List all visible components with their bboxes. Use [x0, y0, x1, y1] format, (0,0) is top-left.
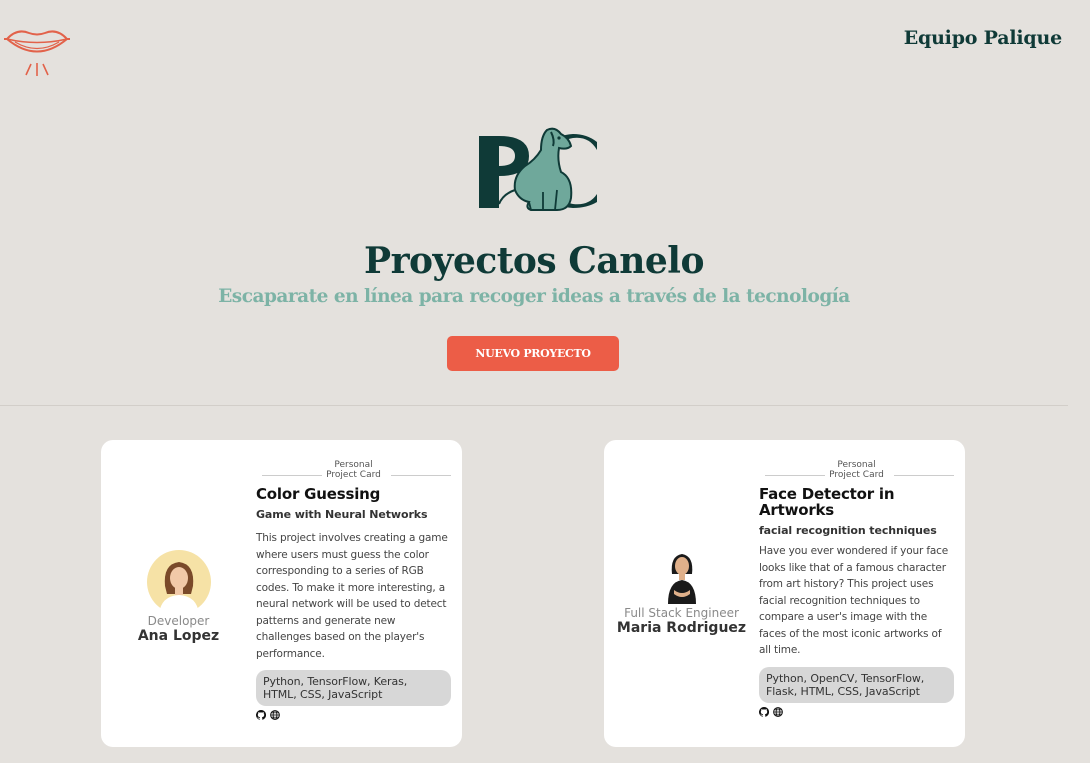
avatar: [667, 554, 696, 604]
card-links: [256, 710, 451, 720]
person-name: Maria Rodriguez: [616, 620, 747, 636]
project-card[interactable]: Full Stack Engineer Maria Rodriguez Pers…: [604, 440, 965, 747]
card-label-line1: Personal: [334, 460, 373, 470]
page-subtitle: Escaparate en línea para recoger ideas a…: [218, 286, 850, 307]
hero-section: Proyectos Canelo Escaparate en línea par…: [0, 120, 1068, 307]
avatar: [146, 550, 211, 614]
tech-tags: Python, OpenCV, TensorFlow, Flask, HTML,…: [759, 666, 954, 703]
card-links: [759, 706, 954, 717]
card-label: Personal Project Card: [256, 460, 451, 480]
card-label: Personal Project Card: [759, 460, 954, 480]
person-name: Ana Lopez: [137, 628, 220, 644]
pc-dog-logo: [479, 127, 597, 211]
card-label-line1: Personal: [837, 460, 876, 470]
new-project-button[interactable]: NUEVO PROYECTO: [447, 336, 619, 371]
card-label-line2: Project Card: [326, 470, 381, 480]
top-bar: Equipo Palique: [0, 0, 1090, 90]
team-link[interactable]: Equipo Palique: [904, 27, 1062, 49]
person-role: Full Stack Engineer: [624, 606, 739, 620]
card-content: Personal Project Card Face Detector in A…: [759, 460, 954, 717]
card-content: Personal Project Card Color Guessing Gam…: [256, 460, 451, 720]
card-label-line2: Project Card: [829, 470, 884, 480]
project-title: Color Guessing: [256, 485, 381, 503]
project-description: This project involves creating a game wh…: [256, 532, 448, 660]
github-icon[interactable]: [256, 710, 266, 720]
project-title: Face Detector in Artworks: [759, 485, 895, 519]
profile: Full Stack Engineer Maria Rodriguez: [604, 542, 759, 637]
page-title: Proyectos Canelo: [364, 240, 704, 282]
globe-icon[interactable]: [773, 706, 783, 717]
section-divider: [0, 405, 1068, 406]
project-subtitle: facial recognition techniques: [759, 524, 937, 537]
tech-tags: Python, TensorFlow, Keras, HTML, CSS, Ja…: [256, 670, 451, 706]
github-icon[interactable]: [759, 706, 769, 717]
profile: Developer Ana Lopez: [101, 550, 256, 645]
person-role: Developer: [147, 614, 210, 628]
project-subtitle: Game with Neural Networks: [256, 508, 428, 521]
lips-icon[interactable]: [3, 24, 71, 80]
project-card[interactable]: Developer Ana Lopez Personal Project Car…: [101, 440, 462, 747]
globe-icon[interactable]: [270, 710, 280, 720]
project-description: Have you ever wondered if your face look…: [759, 545, 949, 656]
